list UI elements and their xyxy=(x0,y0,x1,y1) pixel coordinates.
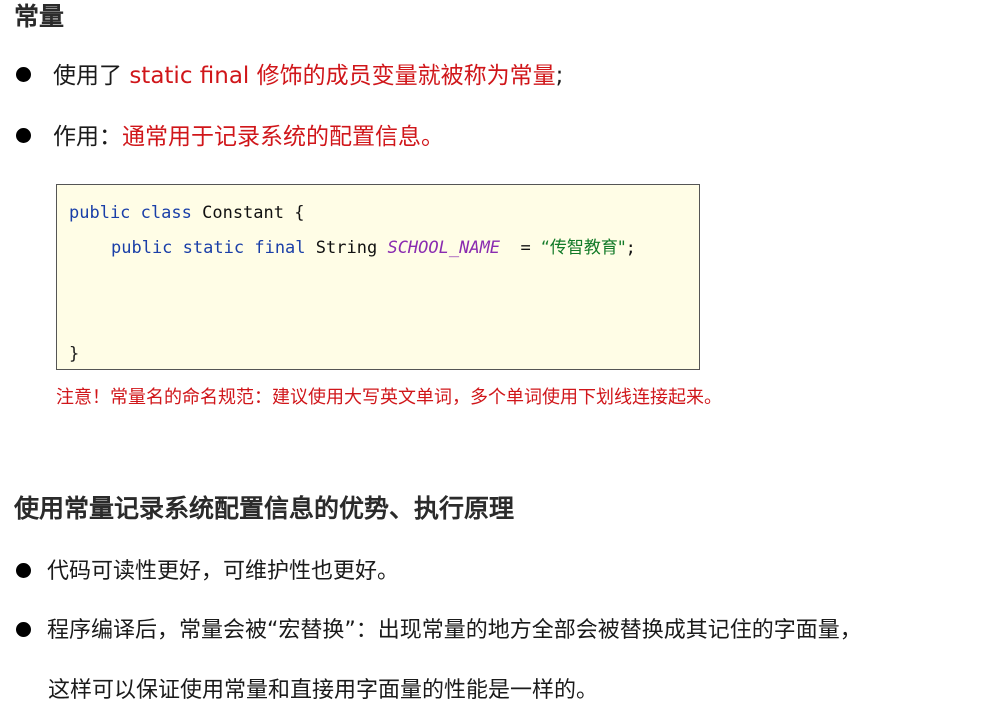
bullet-dot-icon xyxy=(16,621,31,637)
code-keyword: public xyxy=(69,203,131,223)
bullet-purpose: 作用：通常用于记录系统的配置信息。 xyxy=(16,121,444,153)
code-string-literal: “传智教育" xyxy=(541,238,626,258)
bullet-text: 程序编译后，常量会被“宏替换”：出现常量的地方全部会被替换成其记住的字面量， xyxy=(47,618,862,643)
code-keyword: public xyxy=(111,238,173,258)
code-block: public class Constant { public static fi… xyxy=(56,184,700,370)
bullet-readability: 代码可读性更好，可维护性也更好。 xyxy=(16,556,399,588)
code-operator: = xyxy=(510,238,542,258)
bullet-text: 代码可读性更好，可维护性也更好。 xyxy=(47,559,400,584)
bullet-highlight: 通常用于记录系统的配置信息。 xyxy=(122,124,444,150)
section-title-advantages: 使用常量记录系统配置信息的优势、执行原理 xyxy=(14,494,515,523)
bullet-continuation: 这样可以保证使用常量和直接用字面量的性能是一样的。 xyxy=(48,678,599,703)
bullet-dot-icon xyxy=(16,67,31,82)
bullet-dot-icon xyxy=(16,128,31,143)
bullet-definition: 使用了 static final 修饰的成员变量就被称为常量; xyxy=(16,60,563,92)
code-semicolon: ; xyxy=(625,238,636,258)
bullet-highlight: static final 修饰的成员变量就被称为常量 xyxy=(129,63,556,89)
bullet-prefix: 作用： xyxy=(53,124,122,150)
code-line-close-brace: } xyxy=(69,344,80,364)
bullet-macro-replacement: 程序编译后，常量会被“宏替换”：出现常量的地方全部会被替换成其记住的字面量， xyxy=(16,615,862,647)
code-keyword: static xyxy=(182,238,245,258)
code-class-name: Constant { xyxy=(202,203,305,223)
code-line-class-decl: public class Constant { xyxy=(69,201,304,225)
bullet-suffix: ; xyxy=(555,63,564,89)
code-type: String xyxy=(315,238,378,258)
naming-convention-note: 注意！常量名的命名规范：建议使用大写英文单词，多个单词使用下划线连接起来。 xyxy=(56,387,722,408)
code-line-field-decl: public static final String SCHOOL_NAME =… xyxy=(111,236,636,260)
bullet-dot-icon xyxy=(16,562,31,578)
section-title-constants: 常量 xyxy=(14,2,65,31)
bullet-prefix: 使用了 xyxy=(53,63,130,89)
code-constant-name: SCHOOL_NAME xyxy=(387,238,501,258)
code-keyword: class xyxy=(140,203,192,223)
code-keyword: final xyxy=(254,238,306,258)
